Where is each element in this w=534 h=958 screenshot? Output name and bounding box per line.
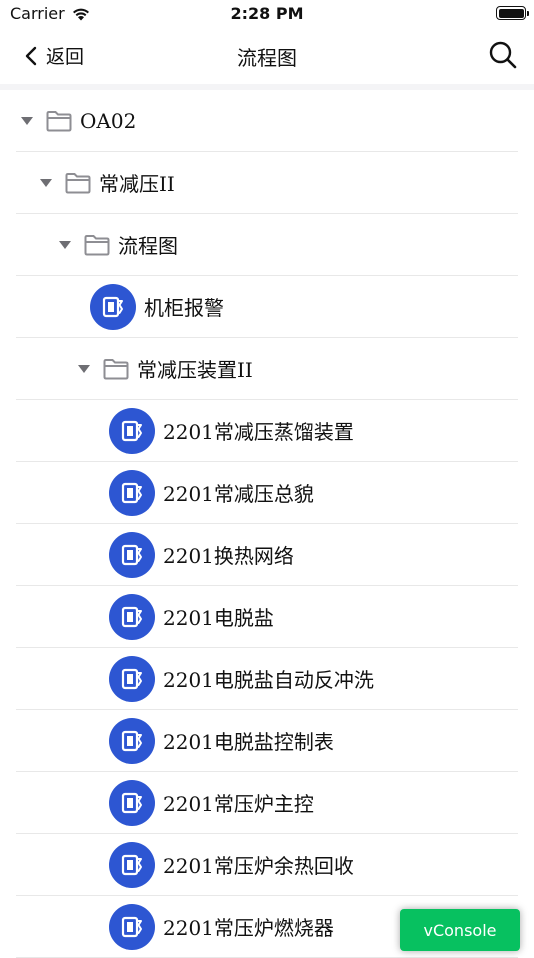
flowchart-file-icon [90, 283, 136, 330]
flowchart-file-icon [109, 903, 155, 950]
flowchart-file-icon [109, 717, 155, 764]
tree-file-row[interactable]: 2201电脱盐自动反冲洗 [16, 648, 518, 710]
search-icon[interactable] [488, 40, 518, 70]
caret-down-icon[interactable] [39, 178, 53, 188]
page-title: 流程图 [237, 46, 297, 70]
tree-file-row[interactable]: 2201常压炉余热回收 [16, 834, 518, 896]
tree-folder-row[interactable]: OA02 [16, 90, 518, 152]
flowchart-file-icon [109, 779, 155, 826]
tree-row-label: 流程图 [118, 234, 178, 258]
tree-folder-row[interactable]: 常减压II [16, 152, 518, 214]
tree-file-row[interactable]: 2201电脱盐控制表 [16, 710, 518, 772]
flowchart-file-icon [109, 655, 155, 702]
folder-icon [103, 358, 129, 379]
flowchart-file-icon [109, 469, 155, 516]
caret-down-icon[interactable] [58, 240, 72, 250]
battery-icon [496, 6, 529, 20]
flowchart-file-icon [109, 407, 155, 454]
vconsole-button[interactable]: vConsole [400, 909, 520, 951]
tree-row-label: 2201常压炉燃烧器 [163, 916, 334, 940]
nav-bar: 返回 流程图 [0, 28, 534, 84]
flowchart-file-icon [109, 531, 155, 578]
flowchart-file-icon [109, 593, 155, 640]
tree-row-label: 2201换热网络 [163, 544, 294, 568]
tree-file-row[interactable]: 2201电脱盐 [16, 586, 518, 648]
tree-folder-row[interactable]: 常减压装置II [16, 338, 518, 400]
flowchart-file-icon [109, 841, 155, 888]
folder-icon [65, 172, 91, 193]
status-bar: Carrier 2:28 PM [0, 0, 534, 28]
caret-down-icon[interactable] [20, 116, 34, 126]
tree-row-label: 常减压装置II [137, 358, 253, 382]
caret-down-icon[interactable] [77, 364, 91, 374]
tree-row-label: 2201电脱盐控制表 [163, 730, 334, 754]
tree-file-row[interactable]: 2201常压炉主控 [16, 772, 518, 834]
tree-row-label: 机柜报警 [144, 296, 224, 320]
tree-file-row[interactable]: 2201常减压总貌 [16, 462, 518, 524]
tree-file-row[interactable]: 机柜报警 [16, 276, 518, 338]
tree-row-label: 2201常减压总貌 [163, 482, 314, 506]
tree-list: OA02 常减压II 流程图机柜报警常减压装置II 2201常减压蒸馏装置 2201常减… [0, 90, 534, 958]
tree-row-label: 2201常压炉余热回收 [163, 854, 354, 878]
tree-file-row[interactable]: 2201常减压蒸馏装置 [16, 400, 518, 462]
tree-row-label: 2201电脱盐自动反冲洗 [163, 668, 374, 692]
tree-folder-row[interactable]: 流程图 [16, 214, 518, 276]
tree-row-label: 2201电脱盐 [163, 606, 274, 630]
tree-row-label: 常减压II [99, 172, 175, 196]
tree-row-label: 2201常压炉主控 [163, 792, 314, 816]
tree-file-row[interactable]: 2201换热网络 [16, 524, 518, 586]
folder-icon [46, 110, 72, 131]
tree-row-label: 2201常减压蒸馏装置 [163, 420, 354, 444]
status-time: 2:28 PM [230, 4, 304, 23]
folder-icon [84, 234, 110, 255]
tree-row-label: OA02 [80, 108, 137, 133]
